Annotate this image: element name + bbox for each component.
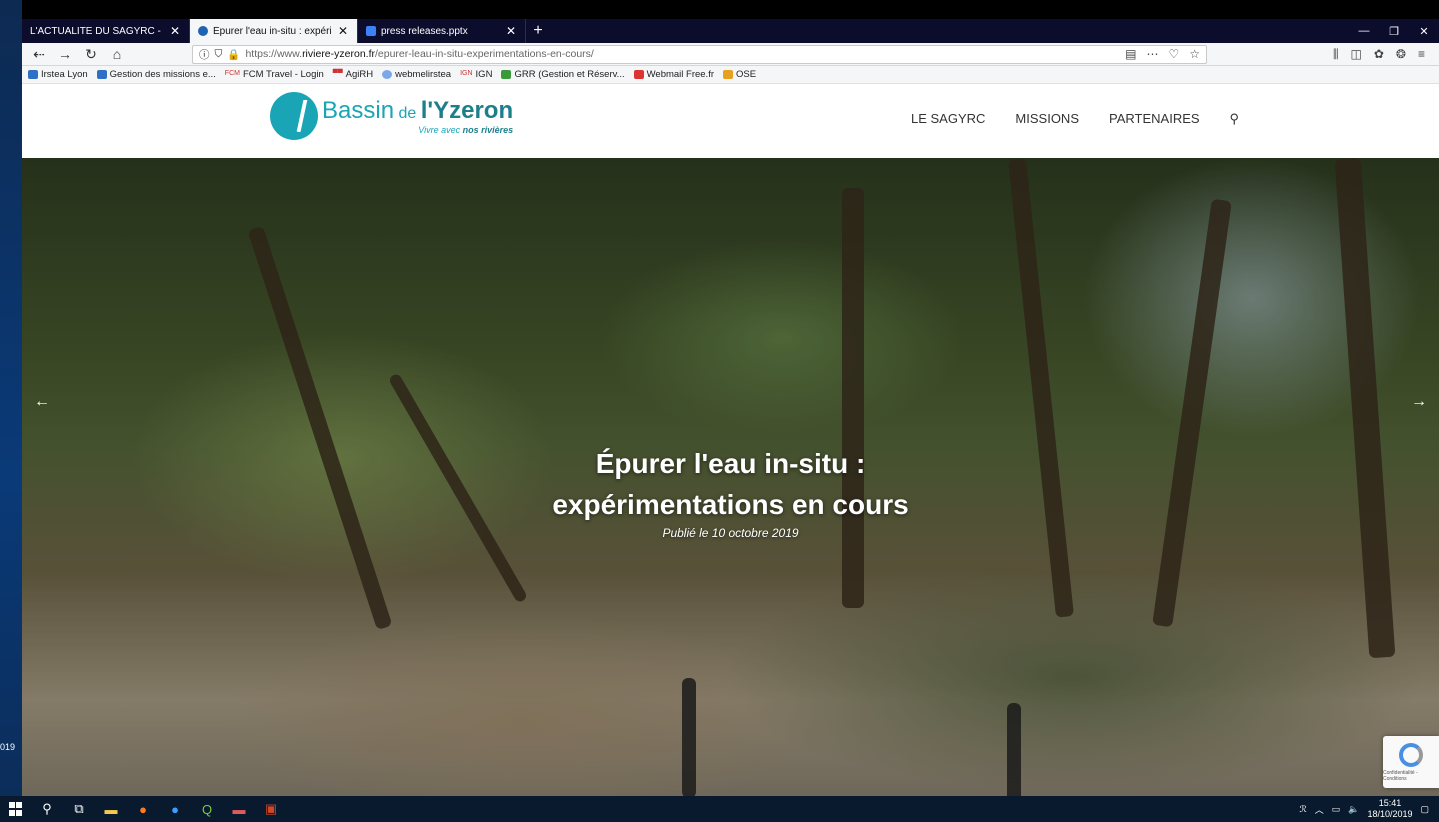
forward-arrow-icon[interactable]: →	[54, 44, 76, 64]
bookmark-item[interactable]: FCM FCM Travel - Login	[225, 69, 324, 80]
bookmark-item[interactable]: OSE	[723, 69, 756, 80]
desktop-left-strip: 019	[0, 0, 22, 796]
site-logo[interactable]: Bassin de l'Yzeron Vivre avec nos rivièr…	[270, 92, 513, 140]
desktop-clipped-text: 019	[0, 742, 16, 752]
slider-prev-arrow-icon[interactable]: ←	[34, 393, 50, 411]
minimize-icon[interactable]: —	[1349, 19, 1379, 43]
tab-bar: L'ACTUALITE DU SAGYRC - Octob ✕ Épurer l…	[22, 19, 1439, 43]
firefox-icon[interactable]: ●	[136, 802, 150, 817]
close-tab-icon[interactable]: ✕	[505, 24, 517, 38]
tab-sagyrc-news[interactable]: L'ACTUALITE DU SAGYRC - Octob ✕	[22, 19, 190, 43]
page-actions-icon[interactable]: ⋯	[1146, 47, 1158, 61]
bookmark-item[interactable]: Webmail Free.fr	[633, 69, 714, 80]
recaptcha-badge[interactable]: Confidentialité - Conditions	[1383, 736, 1439, 788]
window-controls: — ❐ ✕	[1349, 19, 1439, 43]
people-icon[interactable]: ℛ	[1300, 804, 1307, 815]
menu-item-partenaires[interactable]: PARTENAIRES	[1109, 111, 1200, 127]
lock-icon[interactable]: 🔒	[227, 48, 240, 61]
restore-icon[interactable]: ❐	[1379, 19, 1409, 43]
windows-start-icon[interactable]	[8, 802, 22, 816]
bookmark-item[interactable]: GRR (Gestion et Réserv...	[501, 69, 625, 80]
navigation-toolbar: ⇠ → ↻ ⌂ ⓘ ⛉ 🔒 https://www.riviere-yzeron…	[22, 43, 1439, 66]
back-arrow-icon[interactable]: ⇠	[28, 44, 50, 64]
pocket-icon[interactable]: ♡	[1168, 47, 1179, 61]
publish-date: Publié le 10 octobre 2019	[662, 526, 799, 540]
close-tab-icon[interactable]: ✕	[337, 24, 349, 38]
library-icon[interactable]: ⫼	[1333, 47, 1339, 62]
page-title: Épurer l'eau in-situ : expérimentations …	[552, 448, 909, 520]
search-icon[interactable]: ⚲	[40, 801, 54, 816]
thunderbird-icon[interactable]: ●	[168, 802, 182, 817]
tray-chevron-icon[interactable]: ︿	[1315, 803, 1324, 816]
info-icon[interactable]: ⓘ	[199, 47, 210, 62]
url-text[interactable]: https://www.riviere-yzeron.fr/epurer-lea…	[245, 48, 1120, 60]
powerpoint-icon[interactable]: ▣	[264, 801, 278, 816]
recaptcha-icon	[1399, 742, 1423, 767]
bookmark-item[interactable]: ▀▀ AgiRH	[333, 69, 373, 80]
bookmark-item[interactable]: Irstea Lyon	[28, 69, 88, 80]
reload-icon[interactable]: ↻	[80, 44, 102, 64]
agirh-icon: ▀▀	[332, 70, 343, 77]
book-icon	[28, 70, 38, 79]
menu-hamburger-icon[interactable]: ≡	[1418, 47, 1425, 62]
bookmark-item[interactable]: Gestion des missions e...	[96, 69, 216, 80]
fcm-icon: FCM	[224, 70, 240, 77]
file-explorer-icon[interactable]: ▬	[104, 802, 118, 817]
book-icon	[501, 70, 512, 79]
tab-title: Épurer l'eau in-situ : expérimen	[213, 25, 332, 37]
globe-icon	[382, 70, 393, 79]
search-icon[interactable]: ⚲	[1230, 111, 1240, 127]
menu-item-missions[interactable]: MISSIONS	[1015, 111, 1079, 127]
home-icon[interactable]: ⌂	[106, 44, 128, 64]
bookmark-item[interactable]: IGN IGN	[460, 69, 492, 80]
close-window-icon[interactable]: ✕	[1409, 19, 1439, 43]
notifications-icon[interactable]: ▢	[1420, 804, 1429, 815]
tab-title: L'ACTUALITE DU SAGYRC - Octob	[30, 25, 164, 37]
logo-mark-icon	[270, 92, 318, 140]
slider-next-arrow-icon[interactable]: →	[1411, 393, 1427, 411]
task-view-icon[interactable]: ⧉	[72, 801, 86, 816]
tracking-shield-icon[interactable]: ⛉	[215, 48, 223, 61]
site-header: Bassin de l'Yzeron Vivre avec nos rivièr…	[22, 84, 1439, 153]
bookmark-star-icon[interactable]: ☆	[1189, 47, 1200, 61]
site-favicon-icon	[198, 26, 208, 36]
bookmarks-bar: Irstea Lyon Gestion des missions e... FC…	[22, 66, 1439, 84]
app-icon[interactable]: ▬	[232, 802, 246, 817]
ose-icon	[723, 70, 734, 79]
network-icon[interactable]: ▭	[1332, 804, 1341, 815]
hero-banner: ← → Épurer l'eau in-situ : expérimentati…	[22, 158, 1439, 796]
main-menu: LE SAGYRC MISSIONS PARTENAIRES ⚲	[911, 111, 1239, 127]
recaptcha-label: Confidentialité - Conditions	[1383, 769, 1418, 782]
bookmark-item[interactable]: webmelirstea	[382, 69, 451, 80]
qgis-icon[interactable]: Q	[200, 802, 214, 817]
sidebar-icon[interactable]: ◫	[1351, 47, 1362, 62]
new-tab-button[interactable]: +	[526, 19, 550, 43]
dropbox-icon	[366, 26, 376, 36]
extension-icon[interactable]: ✿	[1374, 47, 1384, 62]
address-bar[interactable]: ⓘ ⛉ 🔒 https://www.riviere-yzeron.fr/epur…	[192, 44, 1207, 64]
browser-window: L'ACTUALITE DU SAGYRC - Octob ✕ Épurer l…	[22, 19, 1439, 796]
desktop-top-strip	[0, 0, 1439, 19]
volume-icon[interactable]: 🔈	[1348, 804, 1359, 815]
tab-epurer-eau[interactable]: Épurer l'eau in-situ : expérimen ✕	[190, 19, 358, 43]
free-icon	[633, 70, 644, 79]
system-clock[interactable]: 15:41 18/10/2019	[1367, 798, 1412, 820]
close-tab-icon[interactable]: ✕	[169, 24, 181, 38]
windows-taskbar: ⚲ ⧉ ▬ ● ● Q ▬ ▣ ℛ ︿ ▭ 🔈 15:41 18/10/2019…	[0, 796, 1439, 822]
book-icon	[96, 70, 107, 79]
menu-item-le-sagyrc[interactable]: LE SAGYRC	[911, 111, 985, 127]
reader-view-icon[interactable]: ▤	[1125, 47, 1136, 61]
ign-icon: IGN	[460, 70, 473, 77]
tab-press-releases[interactable]: press releases.pptx ✕	[358, 19, 526, 43]
extension-2-icon[interactable]: ❂	[1396, 47, 1406, 62]
tab-title: press releases.pptx	[381, 25, 468, 37]
